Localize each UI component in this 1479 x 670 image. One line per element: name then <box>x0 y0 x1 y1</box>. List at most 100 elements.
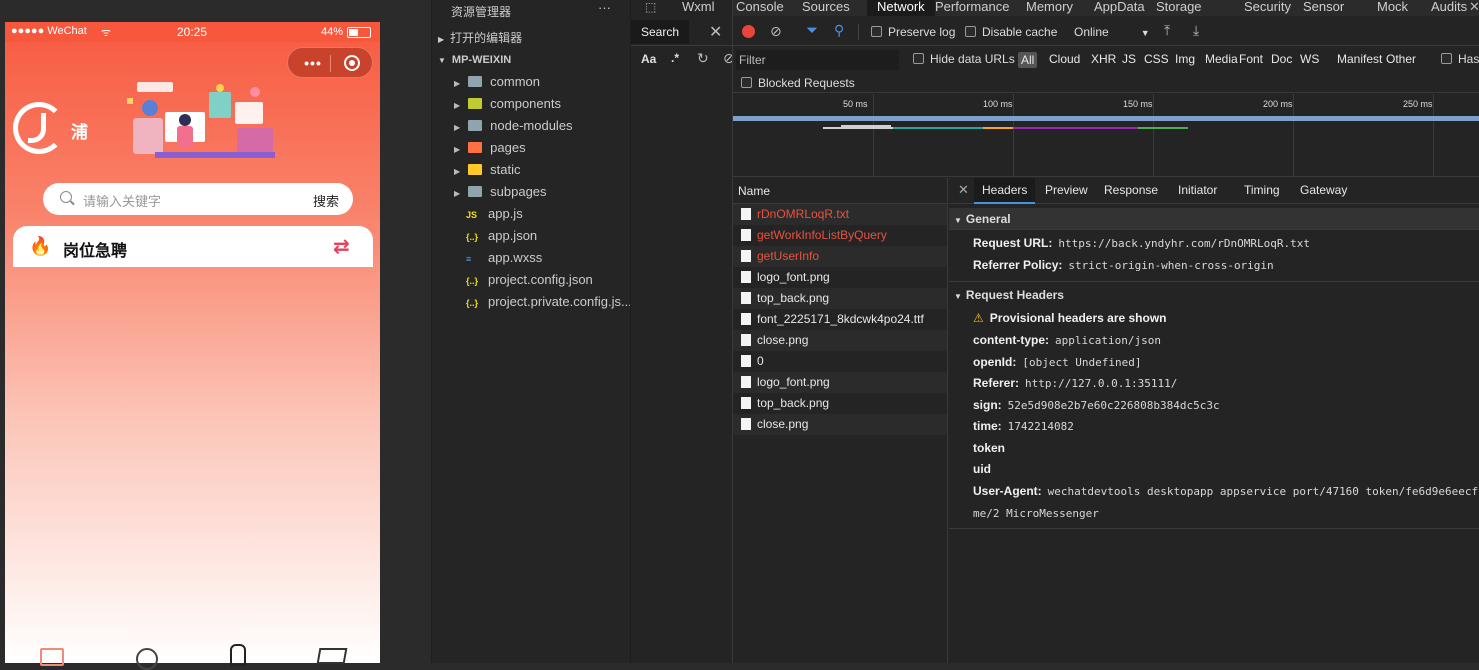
tabbar-clock-icon[interactable] <box>136 648 158 670</box>
detail-tab-initiator[interactable]: Initiator <box>1170 178 1225 204</box>
tab-mock[interactable]: Mock <box>1377 0 1408 16</box>
tab-network[interactable]: Network <box>867 0 935 16</box>
record-icon[interactable] <box>742 25 755 38</box>
folder-item[interactable]: ▶ node-modules <box>454 115 573 137</box>
request-row[interactable]: getUserInfo <box>733 246 947 267</box>
hide-data-urls-checkbox[interactable]: Hide data URLs <box>913 52 1015 66</box>
preserve-log-checkbox[interactable]: Preserve log <box>871 25 955 39</box>
file-item[interactable]: ≡ app.wxss <box>466 247 542 269</box>
tree-item-label: app.js <box>488 206 523 221</box>
search-icon[interactable]: ⚲ <box>834 22 844 39</box>
search-placeholder[interactable]: 请输入关键字 <box>83 191 161 210</box>
json-file-icon: {..} <box>466 276 479 286</box>
open-editors-section[interactable]: ▶ 打开的编辑器 <box>438 27 522 49</box>
filter-type-doc[interactable]: Doc <box>1271 52 1292 66</box>
header-key: sign: <box>973 397 1002 412</box>
request-row[interactable]: rDnOMRLoqR.txt <box>733 204 947 225</box>
switch-icon[interactable]: ⇄ <box>333 234 350 259</box>
file-item[interactable]: {..} project.config.json <box>466 269 593 291</box>
file-item[interactable]: JS app.js <box>466 203 523 225</box>
request-row[interactable]: top_back.png <box>733 288 947 309</box>
export-har-icon[interactable]: ⤓ <box>1193 22 1199 39</box>
tab-security[interactable]: Security <box>1244 0 1291 16</box>
filter-input[interactable]: Filter <box>736 50 899 70</box>
match-case-button[interactable]: Aa <box>641 52 656 66</box>
tab-memory[interactable]: Memory <box>1026 0 1073 16</box>
tab-audits[interactable]: Audits <box>1431 0 1467 16</box>
detail-tab-response[interactable]: Response <box>1096 178 1166 204</box>
search-button[interactable]: 搜索 <box>313 191 339 210</box>
inspect-icon[interactable]: ⬚ <box>645 0 656 14</box>
import-har-icon[interactable]: ⤒ <box>1164 22 1170 39</box>
tab-search[interactable]: Search <box>631 20 689 44</box>
filter-icon[interactable]: ⏷ <box>806 22 818 39</box>
search-bar[interactable]: 请输入关键字 搜索 <box>43 183 353 215</box>
close-mini-program-icon[interactable] <box>344 55 360 71</box>
request-row[interactable]: close.png <box>733 414 947 435</box>
regex-button[interactable]: .* <box>671 51 679 65</box>
request-headers-section-header[interactable]: ▼ Request Headers <box>949 284 1479 306</box>
request-row[interactable]: top_back.png <box>733 393 947 414</box>
detail-tab-gateway[interactable]: Gateway <box>1292 178 1355 204</box>
folder-item[interactable]: ▶ components <box>454 93 561 115</box>
filter-type-css[interactable]: CSS <box>1144 52 1169 66</box>
detail-tab-timing[interactable]: Timing <box>1236 178 1288 204</box>
request-row[interactable]: getWorkInfoListByQuery <box>733 225 947 246</box>
request-row[interactable]: logo_font.png <box>733 267 947 288</box>
name-column-header[interactable]: Name <box>733 178 947 204</box>
mini-program-capsule[interactable]: ••• <box>287 47 373 78</box>
folder-item[interactable]: ▶ common <box>454 71 540 93</box>
file-item[interactable]: {..} app.json <box>466 225 537 247</box>
header-value: https://back.yndyhr.com/rDnOMRLoqR.txt <box>1058 237 1311 250</box>
close-icon[interactable]: ✕ <box>709 22 722 42</box>
timeline-overview[interactable]: 50 ms 100 ms 150 ms 200 ms 250 ms <box>733 94 1479 177</box>
file-item[interactable]: {..} project.private.config.js... <box>466 291 632 313</box>
folder-item[interactable]: ▶ pages <box>454 137 526 159</box>
throttle-select[interactable]: Online ▼ <box>1074 25 1150 39</box>
filter-type-other[interactable]: Other <box>1386 52 1416 66</box>
filter-type-js[interactable]: JS <box>1122 52 1136 66</box>
tab-sources[interactable]: Sources <box>802 0 850 16</box>
close-devtools-icon[interactable]: ✕ <box>1469 0 1479 16</box>
filter-type-all[interactable]: All <box>1018 52 1038 68</box>
tabbar-school-icon[interactable] <box>316 648 348 664</box>
file-icon <box>741 229 751 241</box>
header-key: content-type: <box>973 333 1049 347</box>
tab-console[interactable]: Console <box>736 0 784 16</box>
caret-down-icon: ▼ <box>954 292 962 301</box>
blocked-requests-checkbox[interactable]: Blocked Requests <box>741 76 855 90</box>
folder-icon <box>468 164 483 175</box>
tab-wxml[interactable]: Wxml <box>682 0 715 16</box>
disable-cache-checkbox[interactable]: Disable cache <box>965 25 1057 39</box>
tab-appdata[interactable]: AppData <box>1094 0 1145 16</box>
folder-item[interactable]: ▶ static <box>454 159 521 181</box>
close-detail-icon[interactable]: ✕ <box>958 182 969 198</box>
request-row[interactable]: 0 <box>733 351 947 372</box>
tab-storage[interactable]: Storage <box>1156 0 1202 16</box>
has-blocked-cookies-checkbox[interactable]: Has <box>1441 52 1479 66</box>
project-root[interactable]: ▼ MP-WEIXIN <box>438 49 511 71</box>
request-row[interactable]: close.png <box>733 330 947 351</box>
file-icon <box>741 292 751 304</box>
file-icon <box>741 418 751 430</box>
filter-type-img[interactable]: Img <box>1175 52 1195 66</box>
detail-tab-headers[interactable]: Headers <box>974 178 1036 204</box>
filter-type-media[interactable]: Media <box>1205 52 1238 66</box>
general-section-header[interactable]: ▼ General <box>949 208 1479 230</box>
explorer-more-button[interactable]: ··· <box>598 0 611 15</box>
more-icon[interactable]: ••• <box>297 55 329 71</box>
filter-type-xhr[interactable]: XHR <box>1091 52 1116 66</box>
folder-item[interactable]: ▶ subpages <box>454 181 547 203</box>
tab-performance[interactable]: Performance <box>935 0 1009 16</box>
filter-type-font[interactable]: Font <box>1239 52 1263 66</box>
request-row[interactable]: logo_font.png <box>733 372 947 393</box>
clear-log-icon[interactable]: ⊘ <box>770 23 782 40</box>
tabbar-home-icon[interactable] <box>40 648 64 666</box>
filter-type-cloud[interactable]: Cloud <box>1049 52 1080 66</box>
filter-type-ws[interactable]: WS <box>1300 52 1319 66</box>
filter-type-manifest[interactable]: Manifest <box>1337 52 1382 66</box>
detail-tab-preview[interactable]: Preview <box>1037 178 1096 204</box>
request-row[interactable]: font_2225171_8kdcwk4po24.ttf <box>733 309 947 330</box>
tab-sensor[interactable]: Sensor <box>1303 0 1344 16</box>
refresh-icon[interactable]: ↻ <box>697 50 709 67</box>
